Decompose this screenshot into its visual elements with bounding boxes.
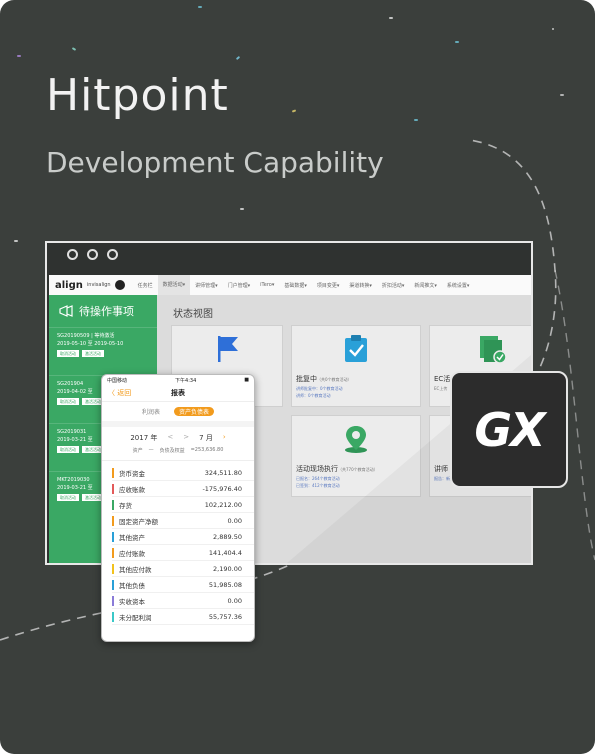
- invisalign-logo: invisalign: [86, 282, 111, 288]
- row-color-bar: [112, 547, 114, 558]
- row-color-bar: [112, 467, 114, 478]
- row-value: 55,757.36: [208, 612, 242, 621]
- row-color-bar: [112, 563, 114, 574]
- liabilities-label: 负债及权益: [159, 448, 185, 454]
- brand-circle-icon: [114, 280, 125, 290]
- row-name: 其他负债: [119, 581, 145, 590]
- nav-item[interactable]: iTero▾: [255, 282, 279, 288]
- window-dot-icon: [67, 249, 78, 260]
- month-value[interactable]: 7 月: [199, 433, 213, 443]
- tab-income-statement[interactable]: 利润表: [142, 407, 160, 416]
- row-name: 其他应付款: [119, 565, 152, 574]
- year-value[interactable]: 2017 年: [130, 433, 157, 443]
- nav-item[interactable]: 新闻推文▾: [409, 282, 442, 289]
- row-value: 102,212.00: [204, 500, 242, 509]
- balance-row[interactable]: 其他应付款 2,190.00: [112, 561, 254, 577]
- balance-rows: 货币资金 324,511.80 应收账款 -175,976.40 存货 102,212…: [102, 461, 254, 625]
- row-value: 324,511.80: [204, 468, 242, 477]
- back-button[interactable]: 〈 返回: [108, 388, 131, 398]
- phone-nav-bar: 〈 返回 报表: [102, 385, 254, 402]
- balance-row[interactable]: 货币资金 324,511.80: [112, 465, 254, 481]
- row-value: 2,190.00: [213, 564, 242, 573]
- todo-item[interactable]: SG20190509 | 等待激活 2019-05-10 至 2019-05-1…: [49, 327, 157, 361]
- balance-row[interactable]: 存货 102,212.00: [112, 497, 254, 513]
- phone-status-bar: 中国移动 下午4:34 ■: [102, 375, 254, 385]
- cancel-activity-button[interactable]: 取消活动: [57, 494, 79, 501]
- cancel-activity-button[interactable]: 取消活动: [57, 398, 79, 405]
- todo-id: SG20190509 | 等待激活: [57, 333, 115, 339]
- tab-balance-sheet[interactable]: 资产负债表: [174, 407, 215, 416]
- nav-item[interactable]: 系统设置▾: [442, 282, 475, 289]
- window-dots: [67, 249, 118, 260]
- cancel-activity-button[interactable]: 取消活动: [57, 446, 79, 453]
- summary-value: =253,636.80: [190, 447, 224, 453]
- balance-row[interactable]: 固定资产净额 0.00: [112, 513, 254, 529]
- row-value: 2,889.50: [213, 532, 242, 541]
- row-color-bar: [112, 499, 114, 510]
- row-color-bar: [112, 579, 114, 590]
- assets-label: 资产: [132, 448, 143, 454]
- row-value: 51,985.08: [208, 580, 242, 589]
- row-name: 应付账款: [119, 549, 145, 558]
- nav-item-active[interactable]: 数据活动▾: [157, 275, 191, 295]
- row-value: -175,976.40: [202, 484, 242, 493]
- row-color-bar: [112, 515, 114, 526]
- battery-icon: ■: [244, 377, 249, 383]
- nav-item[interactable]: 折扣活动▾: [377, 282, 410, 289]
- nav-item[interactable]: 讲师管理▾: [190, 282, 223, 289]
- gx-logo-badge: GX: [450, 371, 568, 488]
- balance-row[interactable]: 实收资本 0.00: [112, 593, 254, 609]
- row-name: 未分配利润: [119, 613, 152, 622]
- capability-card: Hitpoint Development Capability align in…: [0, 0, 595, 754]
- row-value: 0.00: [227, 516, 242, 525]
- nav-item[interactable]: 项目变更▾: [312, 282, 345, 289]
- nav-item[interactable]: 任务栏: [133, 282, 158, 289]
- row-name: 其他资产: [119, 533, 145, 542]
- row-color-bar: [112, 531, 114, 542]
- nav-item[interactable]: 渠道转换▾: [344, 282, 377, 289]
- card-title: Hitpoint: [46, 70, 229, 121]
- minus-sign: —: [148, 447, 154, 453]
- row-name: 应收账款: [119, 485, 145, 494]
- report-tabs: 利润表 资产负债表: [102, 402, 254, 421]
- row-name: 固定资产净额: [119, 517, 158, 526]
- window-dot-icon: [87, 249, 98, 260]
- balance-row[interactable]: 应付账款 141,404.4: [112, 545, 254, 561]
- cancel-activity-button[interactable]: 取消活动: [57, 350, 79, 357]
- balance-summary: 资产 — 负债及权益 =253,636.80: [102, 447, 254, 461]
- row-value: 0.00: [227, 596, 242, 605]
- gx-logo-text: GX: [474, 402, 545, 457]
- balance-row[interactable]: 未分配利润 55,757.36: [112, 609, 254, 625]
- next-month-icon[interactable]: >: [183, 433, 189, 443]
- row-name: 货币资金: [119, 469, 145, 478]
- row-name: 实收资本: [119, 597, 145, 606]
- megaphone-icon: [59, 305, 73, 317]
- row-color-bar: [112, 595, 114, 606]
- todo-date: 2019-05-10 至 2019-05-10: [57, 341, 124, 347]
- card-subtitle: Development Capability: [46, 146, 384, 179]
- activate-activity-button[interactable]: 激活活动: [82, 350, 104, 357]
- balance-row[interactable]: 应收账款 -175,976.40: [112, 481, 254, 497]
- nav-item[interactable]: 门户管理▾: [223, 282, 256, 289]
- todo-title: 待操作事项: [79, 305, 134, 318]
- align-logo: align: [55, 279, 83, 291]
- time-text: 下午4:34: [175, 378, 197, 384]
- todo-header: 待操作事项: [49, 295, 157, 327]
- row-color-bar: [112, 483, 114, 494]
- balance-row[interactable]: 其他资产 2,889.50: [112, 529, 254, 545]
- balance-row[interactable]: 其他负债 51,985.08: [112, 577, 254, 593]
- prev-month-icon[interactable]: <: [167, 433, 173, 443]
- phone-report-mockup: 中国移动 下午4:34 ■ 〈 返回 报表 利润表 资产负债表 2017 年 <…: [101, 374, 255, 642]
- window-dot-icon: [107, 249, 118, 260]
- dropdown-icon[interactable]: ›: [223, 433, 226, 443]
- month-selector: 2017 年 < > 7 月 ›: [102, 421, 254, 447]
- carrier-text: 中国移动: [107, 378, 128, 384]
- row-name: 存货: [119, 501, 132, 510]
- row-color-bar: [112, 611, 114, 622]
- app-topbar: align invisalign 任务栏 数据活动▾ 讲师管理▾ 门户管理▾ i…: [49, 275, 531, 296]
- row-value: 141,404.4: [208, 548, 242, 557]
- nav-item[interactable]: 基础数据▾: [279, 282, 312, 289]
